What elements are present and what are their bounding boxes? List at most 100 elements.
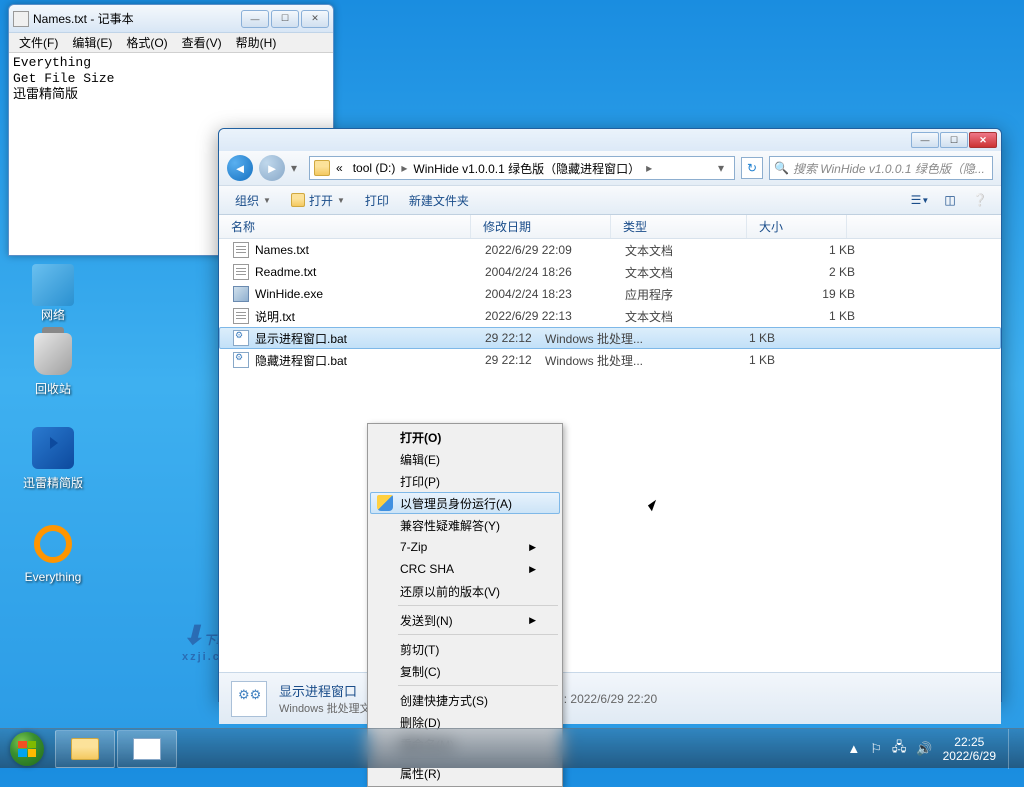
taskbar-explorer[interactable] (55, 730, 115, 768)
maximize-button[interactable]: ☐ (940, 132, 968, 148)
file-size: 1 KB (761, 243, 855, 257)
file-size: 1 KB (761, 309, 855, 323)
file-size: 19 KB (761, 287, 855, 301)
notepad-title: Names.txt - 记事本 (33, 10, 241, 27)
col-name[interactable]: 名称 (219, 215, 471, 238)
file-type: 文本文档 (625, 242, 761, 259)
chevron-icon: ▸ (401, 161, 407, 175)
desktop-everything-icon[interactable]: Everything (18, 520, 88, 584)
organize-button[interactable]: 组织▼ (227, 188, 279, 213)
desktop-network-icon[interactable]: 网络 (18, 264, 88, 323)
notepad-titlebar[interactable]: Names.txt - 记事本 — ☐ ✕ (9, 5, 333, 33)
preview-pane-button[interactable]: ◫ (937, 189, 963, 211)
context-menu-item[interactable]: 发送到(N)▶ (370, 609, 560, 631)
file-row[interactable]: Names.txt2022/6/29 22:09文本文档1 KB (219, 239, 1001, 261)
close-button[interactable]: ✕ (301, 10, 329, 28)
file-name: 显示进程窗口.bat (255, 330, 381, 347)
menu-help[interactable]: 帮助(H) (230, 32, 283, 53)
context-menu-item[interactable]: 复制(C) (370, 660, 560, 682)
notepad-icon (13, 11, 29, 27)
notepad-menubar[interactable]: 文件(F) 编辑(E) 格式(O) 查看(V) 帮助(H) (9, 33, 333, 53)
print-button[interactable]: 打印 (357, 188, 397, 213)
taskbar: ▲ ⚐ 🖧 🔊 22:25 2022/6/29 (0, 728, 1024, 768)
file-name: 说明.txt (255, 308, 485, 325)
col-type[interactable]: 类型 (611, 215, 747, 238)
file-size: 1 KB (681, 331, 775, 345)
file-row[interactable]: WinHide.exe2004/2/24 18:23应用程序19 KB (219, 283, 1001, 305)
context-menu-item[interactable]: 7-Zip▶ (370, 536, 560, 558)
menu-file[interactable]: 文件(F) (13, 32, 64, 53)
explorer-navbar: ◄ ► ▾ « tool (D:) ▸ WinHide v1.0.0.1 绿色版… (219, 151, 1001, 185)
folder-icon (314, 160, 330, 176)
new-folder-button[interactable]: 新建文件夹 (401, 188, 477, 213)
menu-format[interactable]: 格式(O) (120, 32, 173, 53)
desktop-recycle-bin[interactable]: 回收站 (18, 330, 88, 397)
breadcrumb[interactable]: « tool (D:) ▸ WinHide v1.0.0.1 绿色版（隐藏进程窗… (309, 156, 735, 180)
clock[interactable]: 22:25 2022/6/29 (943, 735, 998, 763)
context-menu-item[interactable]: 创建快捷方式(S) (370, 689, 560, 711)
network-tray-icon[interactable]: 🖧 (892, 738, 907, 760)
file-type: 应用程序 (625, 286, 761, 303)
menu-edit[interactable]: 编辑(E) (66, 32, 118, 53)
file-row[interactable]: Readme.txt2004/2/24 18:26文本文档2 KB (219, 261, 1001, 283)
breadcrumb-dropdown[interactable]: ▾ (712, 161, 730, 175)
refresh-button[interactable]: ↻ (741, 157, 763, 179)
context-menu-item[interactable]: 打开(O) (370, 426, 560, 448)
context-menu-item[interactable]: 剪切(T) (370, 638, 560, 660)
context-menu-item[interactable]: CRC SHA▶ (370, 558, 560, 580)
notepad-textarea[interactable]: Everything Get File Size 迅雷精简版 (9, 53, 333, 105)
file-name: Names.txt (255, 243, 485, 257)
file-row[interactable]: 显示进程窗口.bat29 22:12Windows 批处理...1 KB (219, 327, 1001, 349)
file-row[interactable]: 隐藏进程窗口.bat29 22:12Windows 批处理...1 KB (219, 349, 1001, 371)
file-size: 1 KB (681, 353, 775, 367)
minimize-button[interactable]: — (911, 132, 939, 148)
tray-up-icon[interactable]: ▲ (847, 741, 860, 756)
folder-icon (291, 193, 305, 207)
breadcrumb-prefix[interactable]: « (332, 159, 347, 177)
file-type: 文本文档 (625, 264, 761, 281)
history-dropdown[interactable]: ▾ (291, 161, 303, 175)
col-size[interactable]: 大小 (747, 215, 847, 238)
chevron-icon: ▸ (646, 161, 652, 175)
recycle-label: 回收站 (18, 380, 88, 397)
file-type: 文本文档 (625, 308, 761, 325)
txt-file-icon (233, 308, 249, 324)
file-row[interactable]: 说明.txt2022/6/29 22:13文本文档1 KB (219, 305, 1001, 327)
volume-icon[interactable]: 🔊 (916, 741, 932, 757)
view-button[interactable]: ☰ ▼ (907, 189, 933, 211)
maximize-button[interactable]: ☐ (271, 10, 299, 28)
minimize-button[interactable]: — (241, 10, 269, 28)
action-center-icon[interactable]: ⚐ (870, 741, 882, 757)
taskbar-notepad[interactable] (117, 730, 177, 768)
desktop-xunlei-icon[interactable]: 迅雷精简版 (18, 424, 88, 491)
context-menu-item[interactable]: 还原以前的版本(V) (370, 580, 560, 602)
explorer-titlebar[interactable]: — ☐ ✕ (219, 129, 1001, 151)
start-button[interactable] (0, 729, 54, 769)
xunlei-label: 迅雷精简版 (18, 474, 88, 491)
explorer-window[interactable]: — ☐ ✕ ◄ ► ▾ « tool (D:) ▸ WinHide v1.0.0… (218, 128, 1002, 702)
context-menu-item[interactable]: 以管理员身份运行(A) (370, 492, 560, 514)
file-date: 2004/2/24 18:23 (485, 287, 625, 301)
back-button[interactable]: ◄ (227, 155, 253, 181)
help-button[interactable]: ❔ (967, 189, 993, 211)
close-button[interactable]: ✕ (969, 132, 997, 148)
menu-view[interactable]: 查看(V) (176, 32, 228, 53)
col-date[interactable]: 修改日期 (471, 215, 611, 238)
file-name: WinHide.exe (255, 287, 485, 301)
explorer-toolbar: 组织▼ 打开▼ 打印 新建文件夹 ☰ ▼ ◫ ❔ (219, 185, 1001, 215)
breadcrumb-folder[interactable]: WinHide v1.0.0.1 绿色版（隐藏进程窗口） (409, 158, 644, 179)
context-menu-item[interactable]: 打印(P) (370, 470, 560, 492)
context-menu-item[interactable]: 兼容性疑难解答(Y) (370, 514, 560, 536)
open-button[interactable]: 打开▼ (283, 188, 353, 213)
menu-separator (398, 634, 558, 635)
file-date: 2022/6/29 22:13 (485, 309, 625, 323)
show-desktop-button[interactable] (1008, 729, 1018, 769)
forward-button[interactable]: ► (259, 155, 285, 181)
column-header: 名称 修改日期 类型 大小 (219, 215, 1001, 239)
breadcrumb-drive[interactable]: tool (D:) (349, 159, 400, 177)
file-name: Readme.txt (255, 265, 485, 279)
context-menu-item[interactable]: 编辑(E) (370, 448, 560, 470)
search-input[interactable]: 🔍 搜索 WinHide v1.0.0.1 绿色版（隐... (769, 156, 993, 180)
submenu-arrow-icon: ▶ (529, 542, 536, 553)
file-date: 2004/2/24 18:26 (485, 265, 625, 279)
